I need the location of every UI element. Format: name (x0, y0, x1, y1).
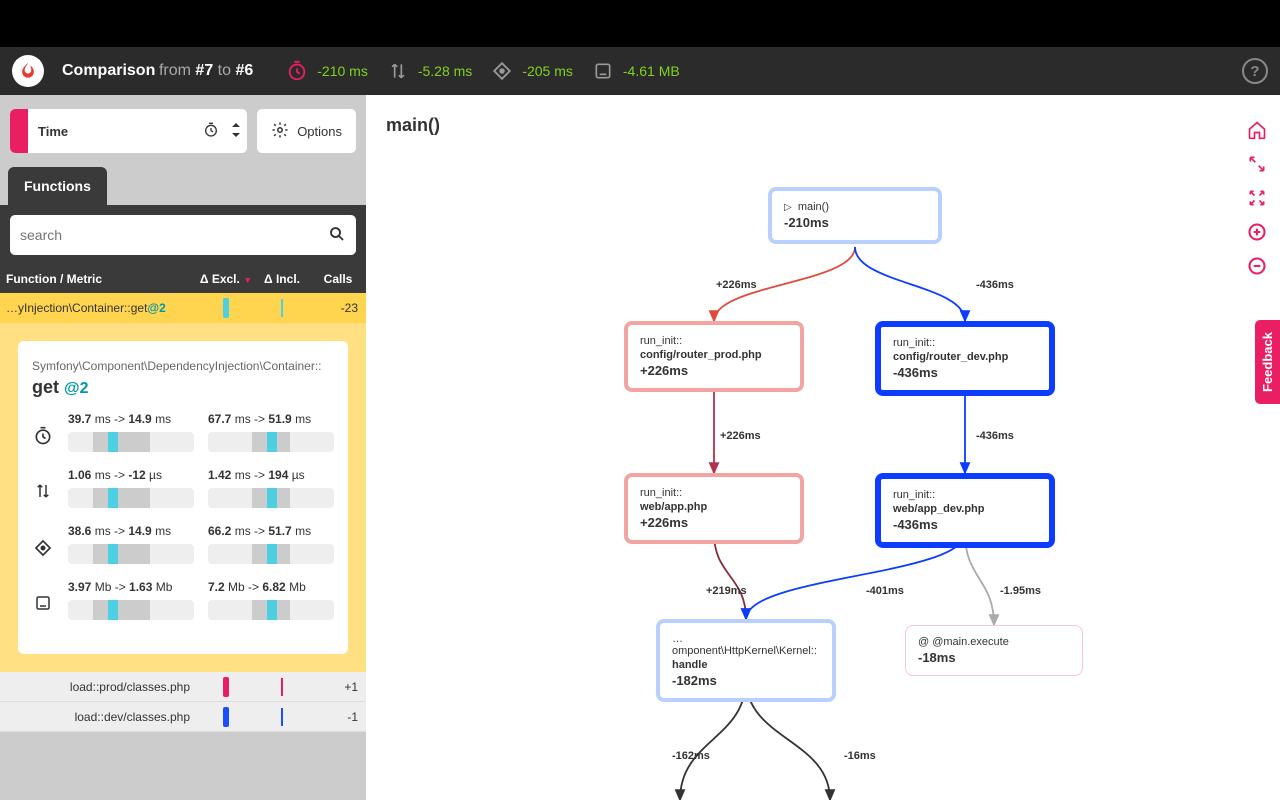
help-button[interactable]: ? (1242, 58, 1268, 84)
cpu-icon (32, 538, 54, 558)
edge-label: -162ms (672, 750, 710, 762)
dimension-selector[interactable]: Time (10, 109, 247, 153)
options-button[interactable]: Options (257, 109, 356, 153)
memory-icon (32, 594, 54, 612)
clock-icon (285, 59, 309, 83)
search-icon (328, 225, 346, 246)
edge-label: -1.95ms (1000, 585, 1041, 597)
expand-icon[interactable] (1246, 153, 1268, 175)
comparison-title: Comparison from #7 to #6 (62, 62, 253, 80)
function-detail: Symfony\Component\DependencyInjection\Co… (0, 323, 366, 672)
graph-node[interactable]: …omponent\HttpKernel\Kernel::handle-182m… (656, 619, 836, 702)
home-icon[interactable] (1246, 119, 1268, 141)
stat-time: -210 ms (285, 59, 368, 83)
stat-cpu: -205 ms (490, 59, 573, 83)
fullscreen-icon[interactable] (1246, 187, 1268, 209)
sidebar: Time Options Functions Function / Metric… (0, 95, 366, 800)
cpu-icon (490, 59, 514, 83)
function-row[interactable]: load::dev/classes.php -1 (0, 702, 366, 732)
sort-down-icon: ▼ (243, 275, 252, 285)
tab-functions[interactable]: Functions (8, 167, 107, 205)
edge-label: +226ms (716, 279, 757, 291)
edge-label: +219ms (706, 585, 747, 597)
edge-label: -16ms (844, 750, 876, 762)
column-headers[interactable]: Function / Metric Δ Excl. ▼ Δ Incl. Call… (0, 265, 366, 293)
stat-memory: -4.61 MB (591, 59, 680, 83)
header-bar: Comparison from #7 to #6 -210 ms -5.28 m… (0, 47, 1280, 95)
io-icon (386, 59, 410, 83)
metric-rows: 39.7 ms -> 14.9 ms 67.7 ms -> 51.9 ms 1.… (32, 412, 334, 620)
edge-label: -436ms (976, 279, 1014, 291)
zoom-out-icon[interactable] (1246, 255, 1268, 277)
chevron-up-down-icon (225, 123, 247, 140)
edge-label: +226ms (720, 430, 761, 442)
browser-blackbar (0, 0, 1280, 47)
graph-node[interactable]: run_init::web/app.php+226ms (624, 473, 804, 544)
graph-node[interactable]: @ @main.execute-18ms (905, 625, 1083, 676)
graph-node[interactable]: run_init::config/router_dev.php-436ms (875, 321, 1055, 396)
zoom-in-icon[interactable] (1246, 221, 1268, 243)
graph-node[interactable]: ▷ main()-210ms (768, 187, 942, 244)
function-list: load::prod/classes.php +1load::dev/class… (0, 672, 366, 732)
graph-node[interactable]: run_init::web/app_dev.php-436ms (875, 473, 1055, 548)
feedback-button[interactable]: Feedback (1255, 320, 1280, 404)
call-graph-canvas[interactable]: main() Feedback ▷ main()-210msrun_init::… (366, 95, 1280, 800)
breadcrumb: main() (386, 115, 440, 136)
function-row[interactable]: load::prod/classes.php +1 (0, 672, 366, 702)
clock-icon (197, 122, 225, 141)
search-input[interactable] (10, 215, 356, 255)
function-row-selected[interactable]: …yInjection\Container::get@2 -23 (0, 293, 366, 323)
edge-label: -436ms (976, 430, 1014, 442)
io-icon (32, 482, 54, 500)
blackfire-logo[interactable] (12, 55, 44, 87)
edge-label: -401ms (866, 585, 904, 597)
time-icon (32, 426, 54, 446)
memory-icon (591, 59, 615, 83)
graph-node[interactable]: run_init::config/router_prod.php+226ms (624, 321, 804, 392)
stat-io: -5.28 ms (386, 59, 472, 83)
gear-icon (271, 121, 289, 142)
